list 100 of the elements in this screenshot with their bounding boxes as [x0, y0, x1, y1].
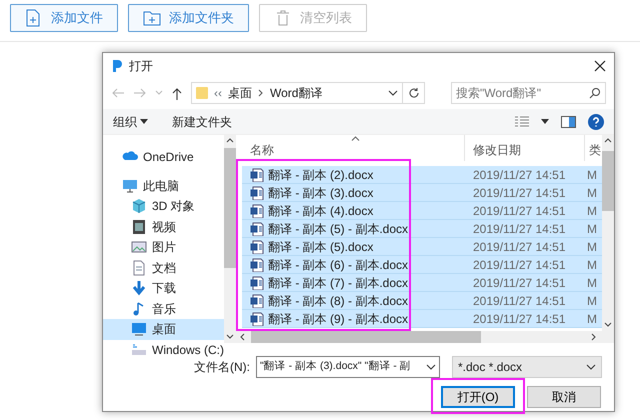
scroll-down-icon[interactable] — [226, 334, 234, 339]
new-folder-button[interactable]: 新建文件夹 — [172, 112, 232, 130]
refresh-button[interactable] — [403, 82, 425, 104]
breadcrumb[interactable]: 桌面 — [228, 84, 252, 102]
refresh-icon[interactable] — [408, 87, 420, 99]
document-icon — [131, 260, 147, 276]
file-type: M — [586, 184, 598, 202]
film-icon — [131, 218, 147, 235]
column-header[interactable]: 修改日期 — [465, 135, 585, 161]
drive-icon — [131, 342, 147, 358]
word-document-icon — [250, 222, 264, 236]
file-type: M — [586, 202, 598, 220]
file-row[interactable]: 翻译 - 副本 (5) - 副本.docx 2019/11/27 14:51 M — [242, 220, 602, 238]
file-row[interactable]: 翻译 - 副本 (5).docx 2019/11/27 14:51 M — [242, 238, 602, 256]
view-list-icon[interactable] — [515, 116, 529, 128]
computer-icon — [122, 178, 138, 194]
path-overflow[interactable]: ‹‹ — [214, 84, 222, 102]
cancel-button[interactable]: 取消 — [527, 386, 601, 408]
sidebar-item[interactable]: 图片 — [103, 237, 224, 258]
file-date: 2019/11/27 14:51 — [472, 202, 567, 220]
file-name: 翻译 - 副本 (2).docx — [268, 166, 374, 184]
word-document-icon — [250, 276, 264, 290]
file-type: M — [586, 292, 598, 310]
file-row[interactable]: 翻译 - 副本 (6) - 副本.docx 2019/11/27 14:51 M — [242, 256, 602, 274]
sidebar-item[interactable]: 视频 — [103, 216, 224, 237]
scroll-right-icon[interactable] — [591, 333, 596, 341]
trash-icon — [274, 9, 292, 27]
sidebar-item[interactable]: 下载 — [103, 278, 224, 298]
file-name: 翻译 - 副本 (5).docx — [268, 238, 374, 256]
scrollbar[interactable] — [602, 135, 614, 331]
dropdown-caret-icon — [426, 364, 436, 370]
scrollbar[interactable] — [234, 331, 614, 343]
file-date: 2019/11/27 14:51 — [472, 256, 567, 274]
file-name: 翻译 - 副本 (3).docx — [268, 184, 374, 202]
sidebar-item[interactable]: OneDrive — [103, 147, 224, 168]
file-type: M — [586, 310, 598, 328]
sidebar-item[interactable]: 桌面 — [103, 319, 224, 340]
file-row[interactable]: 翻译 - 副本 (9) - 副本.docx 2019/11/27 14:51 M — [242, 310, 602, 328]
scroll-up-icon[interactable] — [226, 138, 234, 143]
file-date: 2019/11/27 14:51 — [472, 310, 567, 328]
word-document-icon — [250, 294, 264, 308]
sidebar-item[interactable]: Windows (C:) — [103, 340, 224, 360]
file-name: 翻译 - 副本 (8) - 副本.docx — [268, 292, 408, 310]
caret-icon[interactable] — [541, 119, 549, 124]
file-type-select[interactable]: *.doc *.docx — [452, 356, 602, 378]
column-header[interactable]: 类 — [585, 135, 602, 161]
close-icon[interactable] — [594, 60, 606, 72]
file-type: M — [586, 220, 598, 238]
file-row[interactable]: 翻译 - 副本 (2).docx 2019/11/27 14:51 M — [242, 166, 602, 184]
file-date: 2019/11/27 14:51 — [472, 292, 567, 310]
word-document-icon — [250, 186, 264, 200]
file-name: 翻译 - 副本 (7) - 副本.docx — [268, 274, 408, 292]
cube-icon — [131, 198, 147, 214]
dialog-title: 打开 — [129, 58, 153, 75]
file-date: 2019/11/27 14:51 — [472, 274, 567, 292]
help-icon[interactable] — [588, 114, 604, 130]
picture-icon — [131, 239, 147, 256]
file-row[interactable]: 翻译 - 副本 (3).docx 2019/11/27 14:51 M — [242, 184, 602, 202]
file-type: M — [586, 238, 598, 256]
file-name: 翻译 - 副本 (4).docx — [268, 202, 374, 220]
search-icon — [589, 87, 601, 99]
word-document-icon — [250, 312, 264, 326]
sidebar-item[interactable]: 3D 对象 — [103, 196, 224, 216]
file-date: 2019/11/27 14:51 — [472, 238, 567, 256]
file-name: 翻译 - 副本 (9) - 副本.docx — [268, 310, 408, 328]
file-row[interactable]: 翻译 - 副本 (7) - 副本.docx 2019/11/27 14:51 M — [242, 274, 602, 292]
breadcrumb[interactable]: Word翻译 — [270, 84, 322, 102]
file-name: 翻译 - 副本 (5) - 副本.docx — [268, 220, 408, 238]
file-type: M — [586, 256, 598, 274]
address-bar[interactable]: ‹‹ 桌面 Word翻译 — [191, 82, 403, 104]
file-date: 2019/11/27 14:51 — [472, 220, 567, 238]
file-date: 2019/11/27 14:51 — [472, 184, 567, 202]
filename-field[interactable]: "翻译 - 副本 (3).docx" "翻译 - 副 — [256, 356, 440, 378]
toolbar-button[interactable]: 添加文件夹 — [128, 4, 249, 32]
scroll-up-icon[interactable] — [604, 138, 612, 143]
folder-icon — [196, 86, 208, 100]
sidebar-item[interactable]: 文档 — [103, 258, 224, 278]
file-type: M — [586, 274, 598, 292]
word-document-icon — [250, 240, 264, 254]
scroll-down-icon[interactable] — [604, 322, 612, 327]
column-header[interactable]: 名称 — [242, 135, 465, 161]
filename-label: 文件名(N): — [194, 359, 250, 376]
scroll-left-icon[interactable] — [240, 333, 245, 341]
file-row[interactable]: 翻译 - 副本 (4).docx 2019/11/27 14:51 M — [242, 202, 602, 220]
open-button[interactable]: 打开(O) — [441, 386, 515, 408]
word-document-icon — [250, 204, 264, 218]
sidebar-item[interactable]: 此电脑 — [103, 176, 224, 196]
file-name: 翻译 - 副本 (6) - 副本.docx — [268, 256, 408, 274]
file-row[interactable]: 翻译 - 副本 (8) - 副本.docx 2019/11/27 14:51 M — [242, 292, 602, 310]
sidebar-item[interactable]: 音乐 — [103, 298, 224, 319]
dropdown-caret-icon — [586, 364, 596, 370]
toolbar-button[interactable]: 添加文件 — [10, 4, 118, 32]
up-arrow-icon[interactable] — [171, 86, 183, 100]
preview-pane-icon[interactable] — [561, 116, 576, 128]
scrollbar[interactable] — [224, 135, 236, 343]
dropdown-caret-icon[interactable] — [388, 90, 398, 96]
down-arrow-icon — [131, 280, 147, 296]
monitor-icon — [131, 321, 147, 338]
search-field[interactable]: 搜索"Word翻译" — [451, 82, 606, 104]
organize-menu[interactable]: 组织 — [113, 112, 148, 130]
